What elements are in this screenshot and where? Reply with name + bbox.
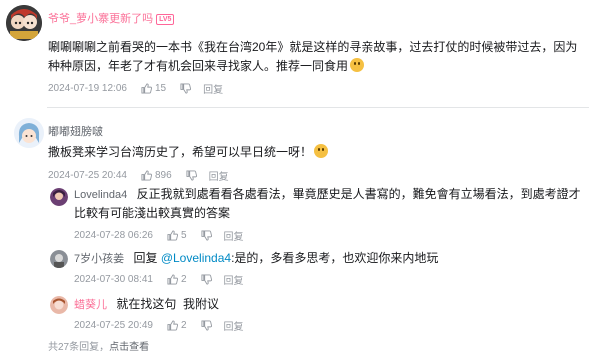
- reply-text: 蜡葵儿 就在找这句 我附议: [74, 297, 220, 311]
- username[interactable]: 爷爷_萝小寨更新了吗 LV5: [48, 10, 175, 26]
- reply-meta: 2024-07-30 08:41 2 回复: [74, 272, 244, 287]
- view-more-link[interactable]: 点击查看: [109, 338, 149, 353]
- username[interactable]: Lovelinda4: [74, 189, 127, 201]
- like-button[interactable]: 5: [167, 230, 187, 241]
- timestamp: 2024-07-19 12:06: [48, 83, 127, 94]
- reply-meta: 2024-07-28 06:26 5 回复: [74, 228, 244, 243]
- thumb-up-icon: [141, 170, 152, 181]
- like-button[interactable]: 15: [141, 83, 166, 94]
- reply-button[interactable]: 回复: [224, 228, 244, 243]
- avatar[interactable]: [14, 118, 44, 148]
- dislike-button[interactable]: [200, 320, 212, 331]
- thumb-down-icon: [186, 170, 197, 181]
- dislike-button[interactable]: [200, 230, 212, 241]
- emoji-icon: [350, 58, 365, 72]
- mention-link[interactable]: @Lovelinda4: [161, 251, 231, 265]
- avatar[interactable]: [6, 5, 42, 41]
- thumb-down-icon: [200, 274, 212, 285]
- reply-button[interactable]: 回复: [224, 272, 244, 287]
- comment-1: 爷爷_萝小寨更新了吗 LV5 唰唰唰唰之前看哭的一本书《我在台湾20年》就是这样的…: [0, 0, 589, 98]
- comment-meta: 2024-07-19 12:06 15 回复: [48, 81, 223, 96]
- level-badge: LV5: [156, 14, 175, 25]
- username[interactable]: 蜡葵儿: [74, 299, 107, 311]
- thumb-up-icon: [167, 274, 178, 285]
- thumb-down-icon: [180, 83, 192, 94]
- comment-2: 嘟嘟翅膀啵 撒板凳来学习台湾历史了，希望可以早日统一呀！ 2024-07-25 …: [0, 116, 589, 362]
- like-count: 5: [180, 230, 187, 241]
- reply-button[interactable]: 回复: [203, 81, 223, 96]
- timestamp: 2024-07-28 06:26: [74, 230, 153, 241]
- comment-text: 唰唰唰唰之前看哭的一本书《我在台湾20年》就是这样的寻亲故事，过去打仗的时候被带…: [48, 40, 578, 73]
- reply-button[interactable]: 回复: [209, 168, 229, 183]
- like-count: 2: [180, 320, 187, 331]
- comment-meta: 2024-07-25 20:44 896 回复: [48, 168, 229, 183]
- view-more-replies: 共27条回复， 点击查看: [48, 338, 149, 353]
- like-count: 896: [154, 170, 172, 181]
- avatar[interactable]: [50, 188, 68, 206]
- thumb-down-icon: [200, 320, 212, 331]
- comment-text: 撒板凳来学习台湾历史了，希望可以早日统一呀！: [48, 143, 580, 162]
- avatar[interactable]: [50, 250, 68, 268]
- timestamp: 2024-07-25 20:49: [74, 320, 153, 331]
- like-button[interactable]: 2: [167, 320, 187, 331]
- reply-2: 7岁小孩姜 回复 @Lovelinda4:是的，多看多思考，也欢迎你来内地玩 2…: [0, 248, 589, 288]
- timestamp: 2024-07-25 20:44: [48, 170, 127, 181]
- reply-text: 7岁小孩姜 回复 @Lovelinda4:是的，多看多思考，也欢迎你来内地玩: [74, 251, 439, 265]
- reply-1: Lovelinda4 反正我就到處看看各處看法，畢竟歷史是人書寫的，難免會有立場…: [0, 184, 589, 246]
- thumb-down-icon: [200, 230, 212, 241]
- reply-meta: 2024-07-25 20:49 2 回复: [74, 318, 244, 333]
- reply-3: 蜡葵儿 就在找这句 我附议 2024-07-25 20:49 2 回复: [0, 294, 589, 334]
- timestamp: 2024-07-30 08:41: [74, 274, 153, 285]
- thumb-up-icon: [167, 230, 178, 241]
- reply-button[interactable]: 回复: [224, 318, 244, 333]
- dislike-button[interactable]: [200, 274, 212, 285]
- reply-text: Lovelinda4 反正我就到處看看各處看法，畢竟歷史是人書寫的，難免會有立場…: [74, 187, 581, 220]
- like-count: 2: [180, 274, 187, 285]
- reply-count: 共27条回复，: [48, 342, 110, 353]
- like-button[interactable]: 2: [167, 274, 187, 285]
- like-count: 15: [154, 83, 167, 94]
- avatar[interactable]: [50, 296, 68, 314]
- dislike-button[interactable]: [180, 83, 192, 94]
- divider: [47, 107, 589, 108]
- username[interactable]: 7岁小孩姜: [74, 253, 124, 265]
- dislike-button[interactable]: [186, 170, 197, 181]
- username[interactable]: 嘟嘟翅膀啵: [48, 123, 103, 139]
- thumb-up-icon: [167, 320, 178, 331]
- thumb-up-icon: [141, 83, 152, 94]
- like-button[interactable]: 896: [141, 170, 172, 181]
- emoji-icon: [314, 144, 329, 158]
